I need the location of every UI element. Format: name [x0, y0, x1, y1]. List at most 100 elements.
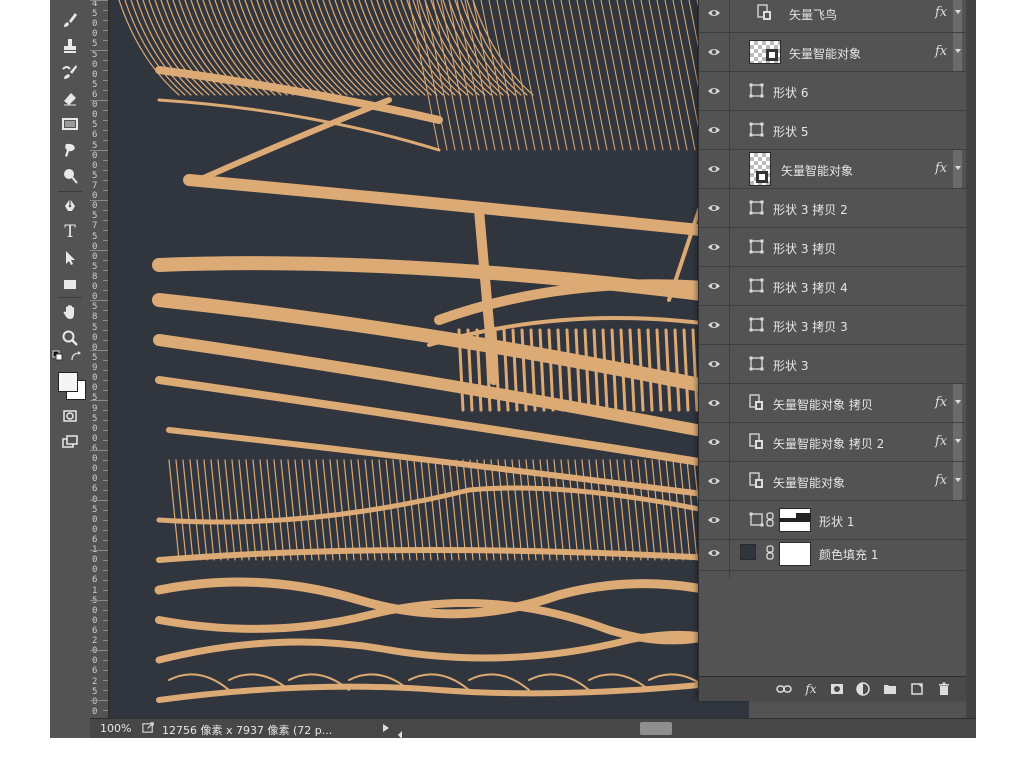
trash-icon[interactable] — [936, 681, 952, 697]
layer-row[interactable]: 形状 5 — [699, 111, 966, 150]
fx-icon[interactable]: fx — [803, 681, 819, 697]
artwork-stroke — [628, 328, 636, 412]
hand-icon[interactable] — [56, 300, 84, 324]
layer-row[interactable]: 形状 6 — [699, 72, 966, 111]
visibility-eye-icon[interactable] — [707, 123, 721, 137]
visibility-eye-icon[interactable] — [707, 6, 721, 20]
history-brush-icon[interactable] — [56, 60, 84, 84]
layer-row[interactable]: 颜色填充 1 — [699, 540, 966, 578]
eraser-icon[interactable] — [56, 86, 84, 110]
visibility-eye-icon[interactable] — [707, 84, 721, 98]
layer-name: 矢量智能对象 — [773, 476, 846, 490]
dodge-icon[interactable] — [56, 164, 84, 188]
artwork-stroke — [416, 0, 448, 151]
layer-row[interactable]: 形状 3 拷贝 2 — [699, 189, 966, 228]
screen-mode-icon[interactable] — [56, 430, 84, 454]
artwork-stroke — [155, 630, 749, 664]
fx-icon[interactable]: fx — [935, 473, 947, 488]
visibility-eye-icon[interactable] — [707, 435, 721, 449]
fx-icon[interactable]: fx — [935, 161, 947, 176]
horizontal-scroll-thumb[interactable] — [640, 722, 672, 735]
folder-icon[interactable] — [882, 681, 898, 697]
visibility-eye-icon[interactable] — [707, 279, 721, 293]
smudge-icon[interactable] — [56, 138, 84, 162]
layer-name: 矢量智能对象 拷贝 2 — [773, 437, 885, 451]
fx-icon[interactable]: fx — [935, 44, 947, 59]
layer-row[interactable]: 矢量智能对象 fx — [699, 150, 966, 189]
artwork-stroke — [592, 0, 624, 151]
ruler-label: 0 — [92, 29, 98, 39]
ruler-label: 5 — [92, 505, 98, 515]
visibility-eye-icon[interactable] — [707, 240, 721, 254]
ruler-label: 5 — [92, 596, 98, 606]
arrow-icon[interactable] — [56, 246, 84, 270]
visibility-eye-icon[interactable] — [707, 396, 721, 410]
default-colors-icon[interactable] — [52, 350, 66, 362]
effects-toggle[interactable] — [953, 462, 962, 500]
artwork-stroke — [480, 0, 512, 151]
layer-row[interactable]: 矢量智能对象 拷贝 2 fx — [699, 423, 966, 462]
artwork-stroke — [624, 0, 656, 151]
swap-colors-icon[interactable] — [70, 350, 84, 362]
link-icon[interactable] — [776, 681, 792, 697]
layer-row[interactable]: 形状 3 — [699, 345, 966, 384]
foreground-color-swatch[interactable] — [58, 372, 78, 392]
gradient-icon[interactable] — [56, 112, 84, 136]
effects-toggle[interactable] — [953, 0, 962, 32]
fx-icon[interactable]: fx — [935, 5, 947, 20]
effects-toggle[interactable] — [953, 423, 962, 461]
mask-thumbnail — [779, 542, 811, 566]
visibility-eye-icon[interactable] — [707, 318, 721, 332]
new-layer-icon[interactable] — [909, 681, 925, 697]
effects-toggle[interactable] — [953, 384, 962, 422]
fx-icon[interactable]: fx — [935, 434, 947, 449]
layer-row[interactable]: 矢量智能对象 fx — [699, 462, 966, 501]
layer-row[interactable]: 形状 1 — [699, 501, 966, 540]
effects-toggle[interactable] — [953, 33, 962, 71]
tools-panel: T — [50, 0, 91, 718]
quick-mask-icon[interactable] — [56, 404, 84, 428]
visibility-eye-icon[interactable] — [707, 513, 721, 527]
adjustment-icon[interactable] — [855, 681, 871, 697]
smart-object-icon — [749, 472, 763, 488]
visibility-eye-icon[interactable] — [707, 45, 721, 59]
share-icon[interactable] — [142, 721, 155, 737]
layer-row[interactable]: 形状 3 拷贝 3 — [699, 306, 966, 345]
rectangle-icon[interactable] — [56, 272, 84, 296]
layer-thumbnail — [749, 152, 771, 186]
layer-row[interactable]: 形状 3 拷贝 — [699, 228, 966, 267]
layer-row[interactable]: 矢量飞鸟 fx — [699, 0, 966, 33]
layer-row[interactable]: 矢量智能对象 拷贝 fx — [699, 384, 966, 423]
visibility-eye-icon[interactable] — [707, 162, 721, 176]
visibility-eye-icon[interactable] — [707, 474, 721, 488]
mask-icon[interactable] — [829, 681, 845, 697]
artwork-stroke — [673, 328, 681, 412]
effects-toggle[interactable] — [953, 150, 962, 188]
layer-name: 形状 3 拷贝 4 — [773, 281, 848, 295]
zoom-level[interactable]: 100% — [100, 722, 131, 735]
status-menu-arrow-icon[interactable] — [382, 723, 390, 736]
layer-row[interactable]: 形状 3 拷贝 4 — [699, 267, 966, 306]
scroll-left-icon[interactable] — [397, 724, 403, 738]
ruler-label: 0 — [92, 252, 98, 262]
fx-icon[interactable]: fx — [935, 395, 947, 410]
artwork-stroke — [632, 0, 664, 151]
visibility-eye-icon[interactable] — [707, 357, 721, 371]
artwork-stroke — [576, 0, 608, 151]
horizontal-scrollbar[interactable] — [395, 722, 976, 738]
shape-layer-icon — [749, 278, 764, 293]
layer-row[interactable]: 矢量智能对象 fx — [699, 33, 966, 72]
visibility-eye-icon[interactable] — [707, 201, 721, 215]
layer-name: 形状 3 — [773, 359, 809, 373]
canvas[interactable] — [109, 0, 749, 718]
pen-icon[interactable] — [56, 194, 84, 218]
visibility-eye-icon[interactable] — [707, 546, 721, 560]
artwork-stroke — [664, 328, 672, 412]
layer-name: 矢量智能对象 拷贝 — [773, 398, 873, 412]
stamp-icon[interactable] — [56, 34, 84, 58]
brush-icon[interactable] — [56, 8, 84, 32]
ruler-label: 6 — [92, 130, 98, 140]
type-icon[interactable]: T — [56, 220, 84, 244]
ruler-label: 9 — [92, 404, 98, 414]
layers-scrollbar[interactable] — [966, 0, 976, 718]
